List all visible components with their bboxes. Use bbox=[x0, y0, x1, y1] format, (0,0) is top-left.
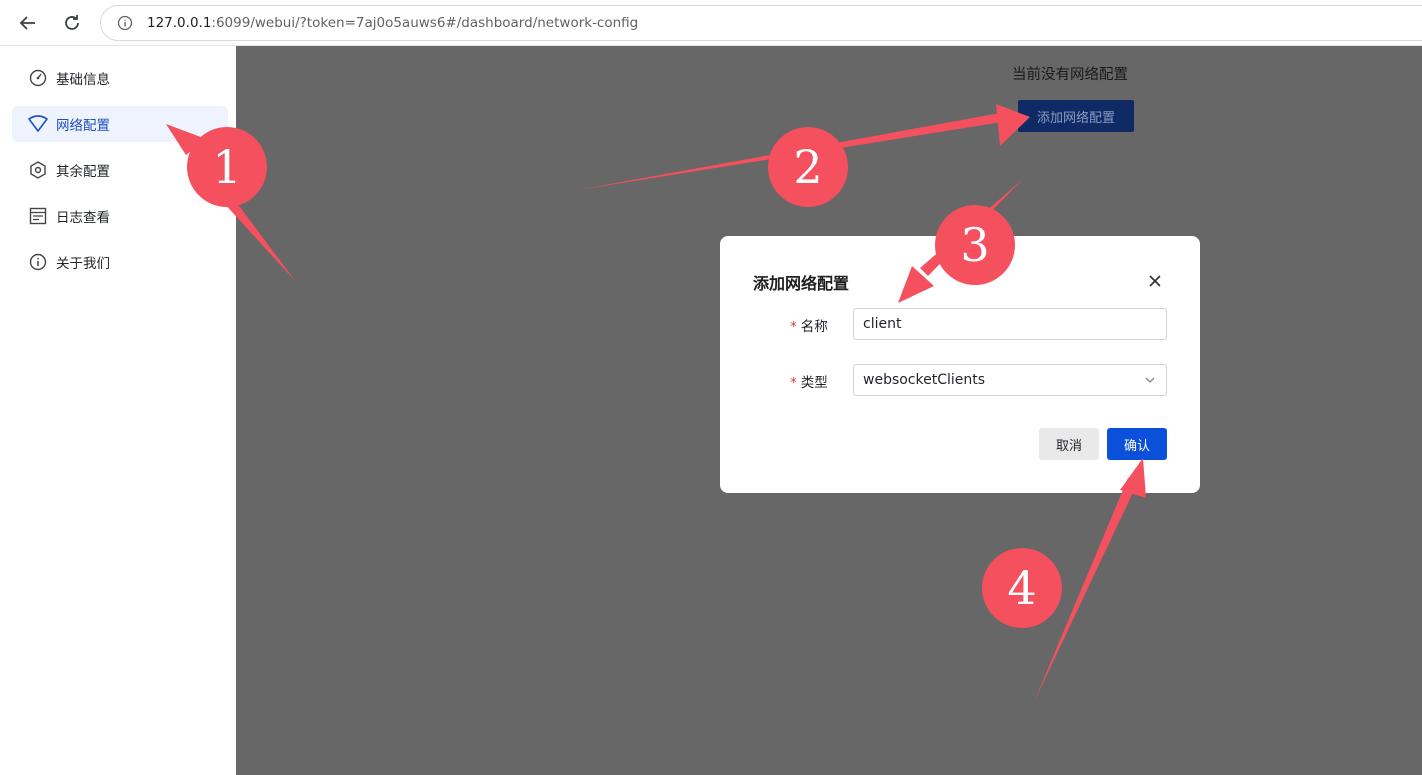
chevron-down-icon bbox=[1145, 377, 1155, 383]
required-asterisk: * bbox=[790, 375, 797, 391]
sidebar-item-basic-info[interactable]: 基础信息 bbox=[12, 60, 228, 96]
close-icon[interactable] bbox=[1144, 270, 1166, 292]
annotation-badge-3: 3 bbox=[935, 205, 1015, 285]
sidebar-item-label: 其余配置 bbox=[56, 164, 110, 180]
reload-icon[interactable] bbox=[60, 11, 84, 35]
sidebar-item-label: 网络配置 bbox=[56, 118, 110, 134]
confirm-button[interactable]: 确认 bbox=[1107, 428, 1167, 460]
dashboard-gauge-icon bbox=[28, 68, 48, 88]
url-host: 127.0.0.1 bbox=[147, 15, 212, 31]
sidebar-item-label: 关于我们 bbox=[56, 256, 110, 272]
annotation-badge-1: 1 bbox=[187, 127, 267, 207]
sidebar-item-log-view[interactable]: 日志查看 bbox=[12, 198, 228, 234]
sidebar-item-about-us[interactable]: 关于我们 bbox=[12, 244, 228, 280]
back-arrow-icon[interactable] bbox=[16, 11, 40, 35]
browser-toolbar: 127.0.0.1:6099/webui/?token=7aj0o5auws6#… bbox=[0, 0, 1422, 46]
type-select[interactable]: websocketClients bbox=[853, 364, 1167, 396]
sidebar-item-label: 日志查看 bbox=[56, 210, 110, 226]
dialog-title: 添加网络配置 bbox=[753, 274, 850, 293]
empty-state-text: 当前没有网络配置 bbox=[1012, 67, 1128, 83]
name-field-label: * 名称 bbox=[790, 319, 828, 335]
name-input[interactable]: client bbox=[853, 308, 1167, 340]
sidebar-item-label: 基础信息 bbox=[56, 72, 110, 88]
url-path: :6099/webui/?token=7aj0o5auws6#/dashboar… bbox=[211, 15, 639, 31]
cancel-button[interactable]: 取消 bbox=[1039, 428, 1099, 460]
type-field-label: * 类型 bbox=[790, 375, 828, 391]
settings-hexagon-icon bbox=[28, 160, 48, 180]
sidebar-item-network-config[interactable]: 网络配置 bbox=[12, 106, 228, 142]
add-network-config-button[interactable]: 添加网络配置 bbox=[1018, 100, 1134, 132]
annotation-badge-4: 4 bbox=[982, 548, 1062, 628]
log-list-icon bbox=[28, 206, 48, 226]
annotation-badge-2: 2 bbox=[768, 127, 848, 207]
required-asterisk: * bbox=[790, 319, 797, 335]
wifi-icon bbox=[28, 114, 48, 134]
address-bar[interactable]: 127.0.0.1:6099/webui/?token=7aj0o5auws6#… bbox=[100, 5, 1422, 41]
info-circle-icon bbox=[28, 252, 48, 272]
site-info-icon[interactable] bbox=[117, 15, 133, 31]
